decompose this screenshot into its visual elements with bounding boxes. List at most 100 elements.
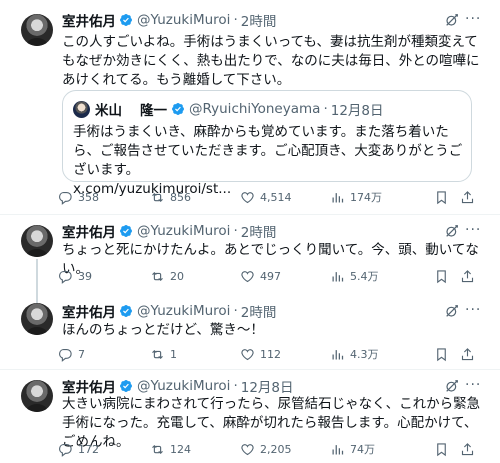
like-button[interactable]: 497: [240, 266, 281, 286]
retweet-icon: [150, 190, 165, 205]
thread-line: [36, 293, 38, 303]
author-handle[interactable]: @YuzukiMuroi: [137, 378, 230, 394]
reply-icon: [58, 269, 73, 284]
timestamp[interactable]: 2時間: [241, 301, 277, 321]
bookmark-icon: [434, 442, 449, 457]
retweet-count: 1: [170, 347, 177, 361]
action-bar: 7 1 112 4.3万: [58, 344, 478, 364]
author-name[interactable]: 室井佑月: [62, 10, 116, 30]
verified-badge-icon: [171, 102, 185, 116]
more-icon[interactable]: ···: [465, 223, 481, 239]
verified-badge-icon: [119, 224, 133, 238]
share-icon: [460, 269, 475, 284]
avatar[interactable]: [21, 14, 53, 46]
tweet-text: ほんのちょっとだけど、驚き〜！: [62, 322, 264, 338]
verified-badge-icon: [119, 304, 133, 318]
author-name[interactable]: 室井佑月: [62, 301, 116, 321]
grok-icon[interactable]: [444, 12, 460, 28]
more-icon[interactable]: ···: [465, 303, 481, 319]
quoted-tweet[interactable]: 米山 隆一 @RyuichiYoneyama · 12月8日 手術はうまくいき、…: [62, 90, 472, 197]
share-icon: [460, 442, 475, 457]
like-icon: [240, 269, 255, 284]
retweet-button[interactable]: 20: [150, 266, 184, 286]
like-button[interactable]: 112: [240, 344, 281, 364]
action-bar: 358 856 4,514 174万: [58, 187, 478, 207]
like-button[interactable]: 2,205: [240, 439, 292, 459]
timestamp[interactable]: 2時間: [241, 10, 277, 30]
bookmark-button[interactable]: [434, 266, 449, 286]
views-button[interactable]: 4.3万: [330, 344, 379, 364]
grok-icon[interactable]: [444, 378, 460, 394]
author-handle[interactable]: @YuzukiMuroi: [137, 223, 230, 239]
tweet[interactable]: 室井佑月 @YuzukiMuroi · 2時間 ··· ちょっと死にかけたんよ。…: [0, 215, 500, 293]
avatar[interactable]: [21, 303, 53, 335]
tweet[interactable]: 室井佑月 @YuzukiMuroi · 2時間 ··· ほんのちょっとだけど、驚…: [0, 293, 500, 369]
tweet-text: この人すごいよね。手術はうまくいっても、妻は抗生剤が種類変えてもなぜか効きにくく…: [62, 34, 480, 88]
like-icon: [240, 442, 255, 457]
retweet-icon: [150, 269, 165, 284]
reply-count: 358: [78, 190, 99, 204]
timestamp[interactable]: 12月8日: [241, 376, 294, 396]
more-icon[interactable]: ···: [465, 12, 481, 28]
grok-icon[interactable]: [444, 303, 460, 319]
share-button[interactable]: [460, 266, 475, 286]
bookmark-button[interactable]: [434, 344, 449, 364]
separator-dot: ·: [233, 223, 238, 239]
separator-dot: ·: [323, 101, 328, 117]
author-handle[interactable]: @YuzukiMuroi: [137, 303, 230, 319]
view-count: 4.3万: [350, 348, 379, 361]
views-icon: [330, 442, 345, 457]
verified-badge-icon: [119, 379, 133, 393]
views-button[interactable]: 74万: [330, 439, 375, 459]
like-count: 2,205: [260, 442, 292, 456]
verified-badge-icon: [119, 13, 133, 27]
timestamp[interactable]: 2時間: [241, 221, 277, 241]
grok-icon[interactable]: [444, 223, 460, 239]
share-button[interactable]: [460, 187, 475, 207]
bookmark-button[interactable]: [434, 187, 449, 207]
reply-count: 7: [78, 347, 85, 361]
author-handle[interactable]: @YuzukiMuroi: [137, 12, 230, 28]
view-count: 74万: [350, 443, 375, 456]
reply-button[interactable]: 358: [58, 187, 99, 207]
tweet[interactable]: 室井佑月 @YuzukiMuroi · 2時間 ··· この人すごいよね。手術は…: [0, 0, 500, 214]
separator-dot: ·: [233, 378, 238, 394]
quoted-avatar[interactable]: [73, 101, 90, 118]
like-icon: [240, 190, 255, 205]
author-name[interactable]: 室井佑月: [62, 376, 116, 396]
tweet[interactable]: 室井佑月 @YuzukiMuroi · 12月8日 ··· 大きい病院にまわされ…: [0, 370, 500, 463]
views-icon: [330, 269, 345, 284]
avatar[interactable]: [21, 380, 53, 412]
share-button[interactable]: [460, 344, 475, 364]
avatar[interactable]: [21, 225, 53, 257]
retweet-button[interactable]: 124: [150, 439, 191, 459]
like-count: 4,514: [260, 190, 292, 204]
bookmark-button[interactable]: [434, 439, 449, 459]
like-count: 497: [260, 269, 281, 283]
bookmark-icon: [434, 347, 449, 362]
views-button[interactable]: 174万: [330, 187, 382, 207]
bookmark-icon: [434, 190, 449, 205]
view-count: 174万: [350, 191, 382, 204]
quoted-author-name-given: 隆一: [140, 103, 167, 119]
reply-button[interactable]: 7: [58, 344, 85, 364]
thread-line: [36, 259, 38, 293]
retweet-count: 856: [170, 190, 191, 204]
more-icon[interactable]: ···: [465, 378, 481, 394]
separator-dot: ·: [233, 12, 238, 28]
author-name[interactable]: 室井佑月: [62, 221, 116, 241]
like-button[interactable]: 4,514: [240, 187, 292, 207]
views-button[interactable]: 5.4万: [330, 266, 379, 286]
tweet-header: 室井佑月 @YuzukiMuroi · 2時間: [62, 221, 276, 241]
share-button[interactable]: [460, 439, 475, 459]
reply-button[interactable]: 172: [58, 439, 99, 459]
reply-button[interactable]: 39: [58, 266, 92, 286]
reply-count: 172: [78, 442, 99, 456]
retweet-icon: [150, 347, 165, 362]
quoted-header: 米山 隆一 @RyuichiYoneyama · 12月8日: [95, 99, 384, 119]
retweet-button[interactable]: 856: [150, 187, 191, 207]
quoted-author-name-family: 米山: [95, 103, 122, 119]
retweet-button[interactable]: 1: [150, 344, 177, 364]
separator-dot: ·: [233, 303, 238, 319]
quoted-handle: @RyuichiYoneyama: [189, 101, 321, 117]
